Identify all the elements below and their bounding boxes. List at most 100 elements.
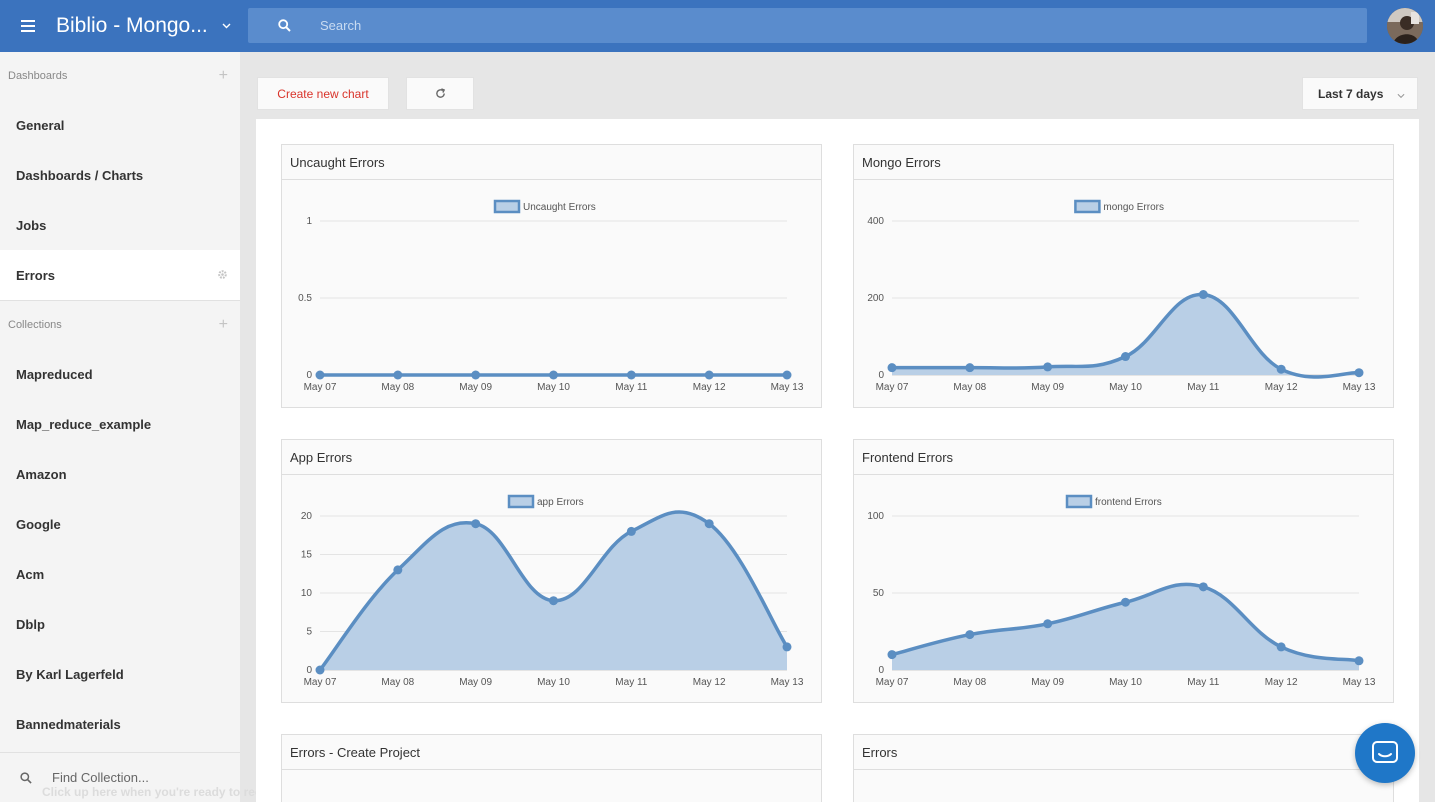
date-range-select[interactable]: Last 7 days: [1302, 77, 1418, 110]
y-tick-label: 50: [873, 588, 885, 599]
data-point[interactable]: [1354, 368, 1364, 378]
data-point[interactable]: [1276, 642, 1286, 652]
legend-label: frontend Errors: [1095, 497, 1162, 508]
data-point[interactable]: [549, 370, 558, 380]
data-point[interactable]: [393, 565, 403, 575]
data-point[interactable]: [471, 370, 481, 380]
sidebar-item-map-reduce-example[interactable]: Map_reduce_example: [0, 399, 240, 449]
y-tick-label: 0: [878, 665, 884, 676]
gear-icon[interactable]: [217, 268, 228, 283]
add-dashboard-icon[interactable]: +: [219, 68, 228, 84]
search-icon: [0, 771, 52, 784]
x-tick-label: May 11: [1187, 382, 1219, 393]
data-point[interactable]: [1198, 290, 1208, 300]
data-point[interactable]: [887, 363, 897, 373]
sidebar-item-dblp[interactable]: Dblp: [0, 599, 240, 649]
sidebar-item-label: Map_reduce_example: [16, 416, 152, 432]
chart-title: Uncaught Errors: [282, 145, 821, 180]
x-tick-label: May 12: [1265, 382, 1298, 393]
date-range-label: Last 7 days: [1318, 86, 1384, 101]
chat-launcher-button[interactable]: [1355, 723, 1415, 783]
x-tick-label: May 08: [381, 677, 414, 688]
sidebar-item-by-karl-lagerfeld[interactable]: By Karl Lagerfeld: [0, 649, 240, 699]
x-tick-label: May 09: [459, 677, 492, 688]
sidebar-item-label: Jobs: [16, 217, 47, 233]
data-point[interactable]: [1121, 597, 1130, 607]
data-point[interactable]: [471, 519, 481, 529]
create-chart-button[interactable]: Create new chart: [257, 77, 389, 110]
y-tick-label: 15: [301, 550, 313, 561]
x-tick-label: May 13: [771, 677, 804, 688]
chart-legend: frontend Errors: [1065, 494, 1162, 509]
find-collection-input[interactable]: [52, 770, 222, 785]
sidebar-item-label: Dashboards / Charts: [16, 167, 144, 183]
sidebar-item-dashboards-charts[interactable]: Dashboards / Charts: [0, 150, 240, 200]
chart-legend: Uncaught Errors: [493, 199, 596, 214]
chevron-down-icon: [1397, 88, 1405, 102]
search-bar[interactable]: [248, 8, 1367, 43]
sidebar-item-general[interactable]: General: [0, 100, 240, 150]
x-tick-label: May 11: [615, 677, 647, 688]
data-point[interactable]: [626, 526, 636, 536]
x-tick-label: May 07: [304, 677, 337, 688]
data-point[interactable]: [315, 370, 325, 380]
x-tick-label: May 11: [615, 382, 647, 393]
data-point[interactable]: [887, 650, 897, 660]
sidebar-item-jobs[interactable]: Jobs: [0, 200, 240, 250]
hamburger-icon[interactable]: [0, 0, 56, 52]
data-point[interactable]: [1354, 656, 1364, 666]
series-area: [320, 511, 787, 670]
x-tick-label: May 09: [1031, 677, 1064, 688]
x-tick-label: May 07: [876, 382, 909, 393]
data-point[interactable]: [626, 370, 636, 380]
chart-card-uncaught-errors: Uncaught Errors Uncaught Errors 0 0.5 1 May …: [281, 144, 822, 408]
sidebar-item-acm[interactable]: Acm: [0, 549, 240, 599]
chart-card-app-errors: App Errors app Errors 0 5 10 15 20 May 07 May 0…: [281, 439, 822, 703]
x-tick-label: May 10: [1109, 677, 1142, 688]
data-point[interactable]: [965, 630, 975, 640]
app-title[interactable]: Biblio - Mongo...: [56, 14, 206, 38]
data-point[interactable]: [1198, 582, 1208, 592]
chart-title: Mongo Errors: [854, 145, 1393, 180]
refresh-button[interactable]: [406, 77, 474, 110]
chat-icon: [1372, 741, 1398, 763]
sidebar-item-google[interactable]: Google: [0, 499, 240, 549]
chart-title: App Errors: [282, 440, 821, 475]
search-icon: [248, 19, 320, 32]
x-tick-label: May 07: [876, 677, 909, 688]
data-point[interactable]: [965, 363, 975, 373]
sidebar-item-label: Google: [16, 516, 61, 532]
x-tick-label: May 13: [1343, 382, 1376, 393]
sidebar-item-amazon[interactable]: Amazon: [0, 449, 240, 499]
data-point[interactable]: [1276, 364, 1286, 374]
search-input[interactable]: [320, 18, 1220, 33]
chart-card-errors: Errors: [853, 734, 1394, 802]
chart-frontend-errors: frontend Errors 0 50 100 May 07 May 08 May 09 M…: [867, 494, 1376, 688]
x-tick-label: May 10: [1109, 382, 1142, 393]
sidebar-item-bannedmaterials[interactable]: Bannedmaterials: [0, 699, 240, 749]
data-point[interactable]: [393, 370, 403, 380]
add-collection-icon[interactable]: +: [219, 317, 228, 333]
top-bar: Biblio - Mongo...: [0, 0, 1435, 52]
y-tick-label: 0: [878, 370, 884, 381]
chevron-down-icon[interactable]: [206, 0, 246, 52]
data-point[interactable]: [1043, 362, 1053, 372]
user-avatar[interactable]: [1387, 8, 1423, 44]
data-point[interactable]: [704, 370, 714, 380]
data-point[interactable]: [315, 665, 325, 675]
legend-label: app Errors: [537, 497, 584, 508]
sidebar-item-mapreduced[interactable]: Mapreduced: [0, 349, 240, 399]
sidebar-item-errors[interactable]: Errors: [0, 250, 240, 300]
data-point[interactable]: [1043, 619, 1053, 629]
x-tick-label: May 13: [771, 382, 804, 393]
x-tick-label: May 09: [1031, 382, 1064, 393]
data-point[interactable]: [782, 642, 792, 652]
data-point[interactable]: [782, 370, 792, 380]
data-point[interactable]: [704, 519, 714, 529]
y-tick-label: 0: [306, 370, 312, 381]
data-point[interactable]: [549, 596, 558, 606]
collections-heading: Collections +: [0, 301, 240, 349]
data-point[interactable]: [1121, 352, 1130, 362]
sidebar-item-label: Acm: [16, 566, 45, 582]
record-hint[interactable]: Click up here when you're ready to recor…: [42, 785, 285, 799]
